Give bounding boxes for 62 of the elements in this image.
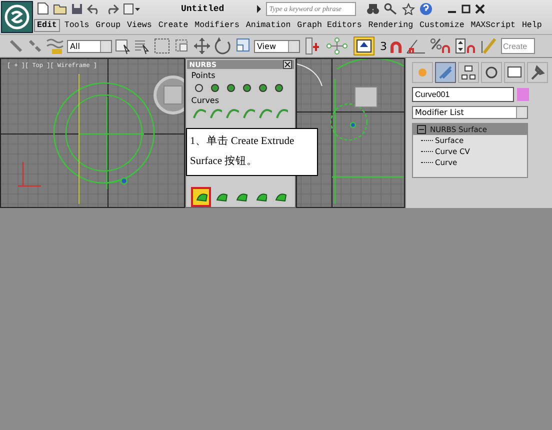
maximize-icon[interactable]: [461, 4, 472, 14]
binoculars-icon[interactable]: [366, 2, 380, 14]
select-object-icon[interactable]: [115, 37, 131, 55]
axis-tripod-icon: [17, 161, 42, 187]
point-tool-icon[interactable]: [209, 82, 222, 94]
menu-item[interactable]: Edit: [34, 19, 60, 32]
project-folder-icon[interactable]: [123, 2, 141, 14]
save-icon[interactable]: [71, 2, 83, 14]
move-icon[interactable]: [193, 37, 211, 55]
motion-icon[interactable]: [481, 62, 502, 83]
object-name-field[interactable]: Curve001: [412, 87, 514, 102]
folder-icon[interactable]: [53, 2, 67, 14]
close-icon[interactable]: [283, 60, 292, 69]
menu-item[interactable]: Help: [520, 20, 544, 31]
point-tool-icon[interactable]: [225, 82, 238, 94]
menu-item[interactable]: Modifiers: [192, 20, 242, 31]
section-label: Points: [190, 71, 216, 80]
display-icon[interactable]: [504, 62, 525, 83]
menu-item[interactable]: Tools: [62, 20, 92, 31]
point-tool-icon[interactable]: [273, 82, 286, 94]
menu-item[interactable]: Rendering: [366, 20, 416, 31]
point-tool-icon[interactable]: [257, 82, 270, 94]
menu-item[interactable]: Views: [125, 20, 154, 31]
close-icon[interactable]: [475, 4, 486, 14]
viewport[interactable]: [296, 58, 405, 208]
angle-snap-icon[interactable]: [405, 37, 427, 55]
spinner-snap-icon[interactable]: [455, 37, 477, 55]
percent-snap-icon[interactable]: [430, 37, 452, 55]
help-icon[interactable]: [419, 2, 434, 16]
collapse-icon[interactable]: [417, 125, 426, 134]
hammer-icon[interactable]: [527, 62, 548, 83]
section-label: Curves: [190, 96, 220, 105]
reference-coordinate-dropdown[interactable]: View: [254, 40, 300, 52]
node-graph-icon[interactable]: [326, 37, 348, 55]
expand-arrow-icon[interactable]: [256, 4, 262, 14]
point-tool-icon[interactable]: [241, 82, 254, 94]
edit-named-selection-icon[interactable]: [480, 37, 498, 55]
app-logo-icon[interactable]: [1, 1, 33, 33]
menu-item[interactable]: MAXScript: [468, 20, 518, 31]
named-selection-field[interactable]: Create: [501, 38, 535, 54]
hierarchy-icon[interactable]: [458, 62, 479, 83]
instruction-callout: 1、单击 Create Extrude Surface 按钮。: [186, 128, 318, 176]
menu-item[interactable]: Group: [94, 20, 123, 31]
point-tool-icon[interactable]: [193, 82, 206, 94]
select-and-manipulate-icon[interactable]: [353, 36, 375, 56]
surface-tool-icon[interactable]: [193, 189, 210, 205]
selection-filter-dropdown[interactable]: All: [67, 40, 112, 52]
modifier-list-dropdown[interactable]: Modifier List: [412, 106, 528, 119]
window-title: Untitled: [181, 4, 224, 14]
rotate-icon[interactable]: [214, 37, 232, 55]
menu-item[interactable]: Customize: [417, 20, 466, 31]
curve-drawing: [297, 64, 323, 86]
menu-item[interactable]: Graph Editors: [295, 20, 364, 31]
menu-item[interactable]: Create: [156, 20, 190, 31]
menu-item[interactable]: Animation: [244, 20, 293, 31]
view-cube-icon[interactable]: [354, 86, 378, 108]
selection-region-icon[interactable]: [153, 37, 171, 55]
bind-space-warp-icon[interactable]: [46, 37, 64, 55]
star-icon[interactable]: [402, 2, 416, 14]
new-file-icon[interactable]: [37, 2, 49, 15]
object-color-swatch[interactable]: [517, 88, 529, 101]
snap-toggle-label[interactable]: 3: [380, 40, 387, 52]
